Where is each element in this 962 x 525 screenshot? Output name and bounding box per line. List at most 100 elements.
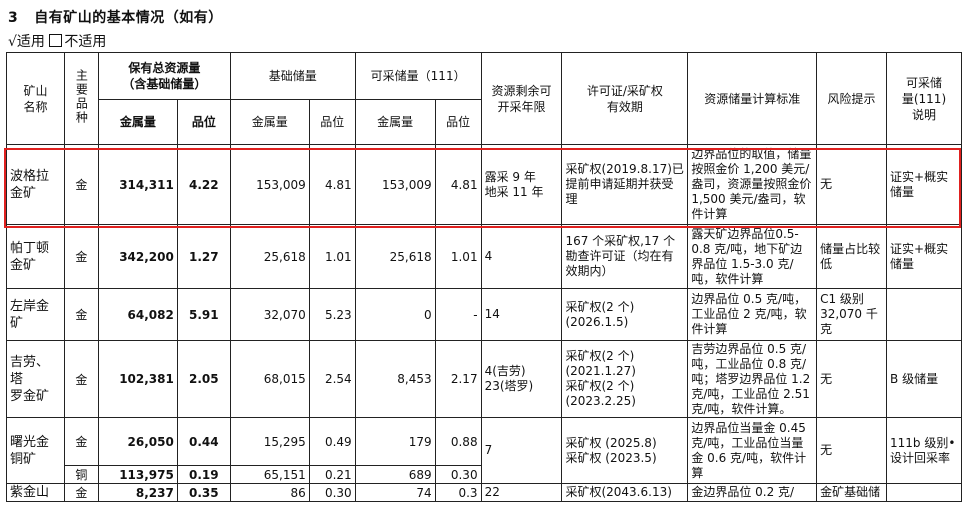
remaining-years: 14 [480, 288, 563, 341]
total-metal: 8,237 [97, 483, 178, 502]
mineral-type: 金 [63, 483, 99, 502]
rec-metal: 153,009 [354, 144, 436, 225]
remaining-years: 4 [480, 224, 563, 289]
rec-grade: 4.81 [434, 144, 482, 225]
checkbox-icon [49, 34, 63, 47]
remaining-years: 22 [480, 483, 563, 502]
permit: 采矿权(2 个) (2026.1.5) [561, 288, 689, 341]
table-row: 帕丁顿 金矿 金 342,200 1.27 25,618 1.01 25,618… [6, 224, 962, 289]
basic-grade: 2.54 [308, 340, 356, 418]
mineral-type: 金 [63, 224, 99, 289]
permit: 167 个采矿权,17 个勘查许可证（均在有效期内） [561, 224, 689, 289]
total-metal: 102,381 [97, 340, 178, 418]
risk: 金矿基础储 [816, 483, 888, 502]
not-applicable-label: 不适用 [64, 34, 107, 50]
section-title: 自有矿山的基本情况（如有） [34, 10, 223, 26]
mine-name: 左岸金 矿 [6, 288, 65, 341]
rec-metal: 25,618 [354, 224, 436, 289]
check-mark: √ [8, 34, 17, 50]
permit: 采矿权 (2025.8) 采矿权 (2023.5) [561, 417, 689, 484]
note: 证实+概实储量 [886, 224, 962, 289]
permit: 采矿权(2019.8.17)已提前申请延期并获受理 [561, 144, 689, 225]
basic-grade: 0.21 [308, 465, 356, 484]
risk: 储量占比较低 [816, 224, 888, 289]
permit: 采矿权(2 个) (2021.1.27) 采矿权(2 个) (2023.2.25… [561, 340, 689, 418]
standard: 边界品位 0.5 克/吨，工业品位 2 克/吨，软件计算 [687, 288, 818, 341]
rec-grade: 2.17 [434, 340, 482, 418]
rec-metal: 179 [354, 417, 436, 466]
header-rec-grade: 品位 [434, 99, 482, 145]
standard: 边界品位的取值，储量按照金价 1,200 美元/盎司，资源量按照金价1,500 … [687, 144, 818, 225]
total-metal: 64,082 [97, 288, 178, 341]
mineral-type: 金 [63, 417, 99, 466]
table-row: 紫金山 金 8,237 0.35 86 0.30 74 0.3 22 采矿权(2… [6, 483, 962, 502]
header-basic-grade: 品位 [308, 99, 356, 145]
total-metal: 342,200 [97, 224, 178, 289]
basic-grade: 5.23 [308, 288, 356, 341]
mine-name: 曙光金 铜矿 [6, 417, 65, 484]
basic-grade: 1.01 [308, 224, 356, 289]
remaining-years: 7 [480, 417, 563, 484]
rec-metal: 74 [354, 483, 436, 502]
mine-table: 矿山 名称 主要品种 保有总资源量 （含基础储量） 基础储量 可采储量（111）… [6, 52, 962, 502]
mine-name: 吉劳、塔 罗金矿 [6, 340, 65, 418]
basic-grade: 0.30 [308, 483, 356, 502]
note: 111b 级别•设计回采率 [886, 417, 962, 484]
total-grade: 2.05 [176, 340, 231, 418]
mineral-type: 金 [63, 340, 99, 418]
table-row: 左岸金 矿 金 64,082 5.91 32,070 5.23 0 - 14 采… [6, 288, 962, 341]
header-note: 可采储 量(111) 说明 [886, 52, 962, 145]
standard: 露天矿边界品位0.5-0.8 克/吨，地下矿边界品位 1.5-3.0 克/吨，软… [687, 224, 818, 289]
remaining-years: 露采 9 年 地采 11 年 [480, 144, 563, 225]
basic-metal: 15,295 [229, 417, 310, 466]
risk: 无 [816, 144, 888, 225]
note [886, 483, 962, 502]
rec-grade: 0.30 [434, 465, 482, 484]
rec-grade: - [434, 288, 482, 341]
header-basic-metal: 金属量 [229, 99, 310, 145]
applicability-line: √适用 不适用 [8, 31, 106, 51]
mine-name: 帕丁顿 金矿 [6, 224, 65, 289]
header-basic-reserve: 基础储量 [229, 52, 356, 100]
standard: 边界品位当量金 0.45 克/吨，工业品位当量金 0.6 克/吨，软件计算 [687, 417, 818, 484]
total-grade: 0.19 [176, 465, 231, 484]
mineral-type: 铜 [63, 465, 99, 484]
total-grade: 0.35 [176, 483, 231, 502]
remaining-years: 4(吉劳) 23(塔罗) [480, 340, 563, 418]
rec-grade: 0.3 [434, 483, 482, 502]
total-grade: 5.91 [176, 288, 231, 341]
basic-metal: 25,618 [229, 224, 310, 289]
total-metal: 113,975 [97, 465, 178, 484]
rec-grade: 1.01 [434, 224, 482, 289]
basic-grade: 4.81 [308, 144, 356, 225]
header-total-grade: 品位 [176, 99, 231, 145]
header-recoverable: 可采储量（111） [354, 52, 482, 100]
total-metal: 314,311 [97, 144, 178, 225]
section-heading: 3 自有矿山的基本情况（如有） [8, 7, 223, 27]
mineral-type: 金 [63, 288, 99, 341]
total-grade: 0.44 [176, 417, 231, 466]
header-total-resource: 保有总资源量 （含基础储量） [97, 52, 231, 100]
note: B 级储量 [886, 340, 962, 418]
header-permit: 许可证/采矿权 有效期 [561, 52, 689, 145]
basic-metal: 86 [229, 483, 310, 502]
rec-grade: 0.88 [434, 417, 482, 466]
standard: 吉劳边界品位 0.5 克/吨，工业品位 0.8 克/吨；塔罗边界品位 1.2 克… [687, 340, 818, 418]
basic-metal: 32,070 [229, 288, 310, 341]
risk: 无 [816, 340, 888, 418]
header-remaining-years: 资源剩余可 开采年限 [480, 52, 563, 145]
note [886, 288, 962, 341]
header-standard: 资源储量计算标准 [687, 52, 818, 145]
rec-metal: 8,453 [354, 340, 436, 418]
section-number: 3 [8, 10, 19, 26]
header-total-metal: 金属量 [97, 99, 178, 145]
total-grade: 4.22 [176, 144, 231, 225]
header-rec-metal: 金属量 [354, 99, 436, 145]
rec-metal: 0 [354, 288, 436, 341]
risk: 无 [816, 417, 888, 484]
risk: C1 级别32,070 千克 [816, 288, 888, 341]
header-mine-name: 矿山 名称 [6, 52, 65, 145]
mineral-type: 金 [63, 144, 99, 225]
permit: 采矿权(2043.6.13) [561, 483, 689, 502]
table-row: 吉劳、塔 罗金矿 金 102,381 2.05 68,015 2.54 8,45… [6, 340, 962, 418]
